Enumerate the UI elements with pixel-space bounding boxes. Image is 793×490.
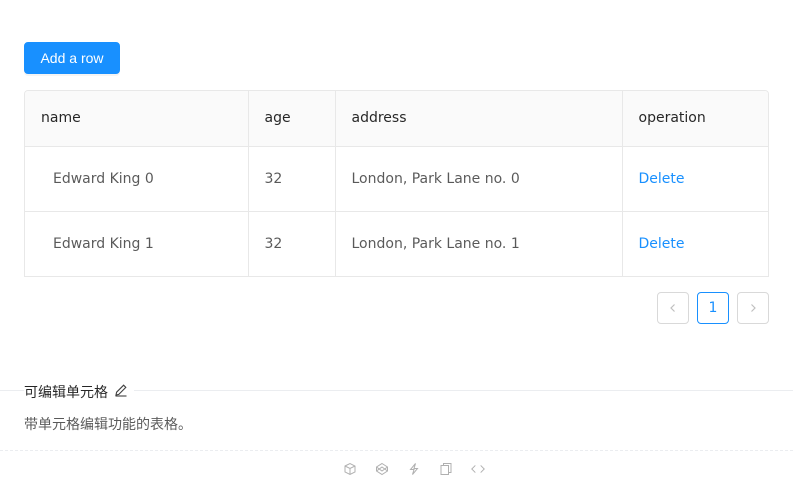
demo-title-text: 可编辑单元格 (24, 385, 108, 401)
code-actions (342, 461, 486, 477)
operation-cell: Delete (622, 146, 768, 212)
codepen-icon[interactable] (374, 461, 390, 477)
prev-page-button[interactable] (657, 292, 689, 324)
pagination: 1 (657, 292, 769, 324)
column-header-operation: operation (622, 91, 768, 147)
dashed-divider (0, 450, 793, 451)
demo-title: 可编辑单元格 (24, 382, 134, 402)
demo-description: 带单元格编辑功能的表格。 (24, 417, 192, 433)
riddle-icon[interactable] (406, 461, 422, 477)
table-row: Edward King 1 32 London, Park Lane no. 1… (25, 211, 768, 276)
codesandbox-icon[interactable] (342, 461, 358, 477)
editable-table: name age address operation Edward King 0… (24, 90, 769, 277)
edit-icon[interactable] (114, 383, 128, 401)
editable-name-cell[interactable]: Edward King 1 (25, 211, 249, 276)
column-header-name: name (25, 91, 249, 147)
chevron-right-icon (751, 304, 756, 312)
add-row-button[interactable]: Add a row (24, 42, 120, 74)
operation-cell: Delete (622, 211, 768, 276)
age-cell: 32 (248, 146, 336, 212)
chevron-left-icon (670, 304, 675, 312)
address-cell: London, Park Lane no. 0 (335, 146, 623, 212)
table-row: Edward King 0 32 London, Park Lane no. 0… (25, 146, 768, 212)
copy-icon[interactable] (438, 461, 454, 477)
page-number-button[interactable]: 1 (697, 292, 729, 324)
table-header-row: name age address operation (25, 91, 768, 147)
column-header-age: age (248, 91, 336, 147)
editable-name-cell[interactable]: Edward King 0 (25, 146, 249, 212)
column-header-address: address (335, 91, 623, 147)
age-cell: 32 (248, 211, 336, 276)
next-page-button[interactable] (737, 292, 769, 324)
page: Add a row name age address operation Edw… (0, 0, 793, 490)
code-icon[interactable] (470, 461, 486, 477)
delete-link[interactable]: Delete (639, 236, 685, 252)
address-cell: London, Park Lane no. 1 (335, 211, 623, 276)
delete-link[interactable]: Delete (639, 171, 685, 187)
